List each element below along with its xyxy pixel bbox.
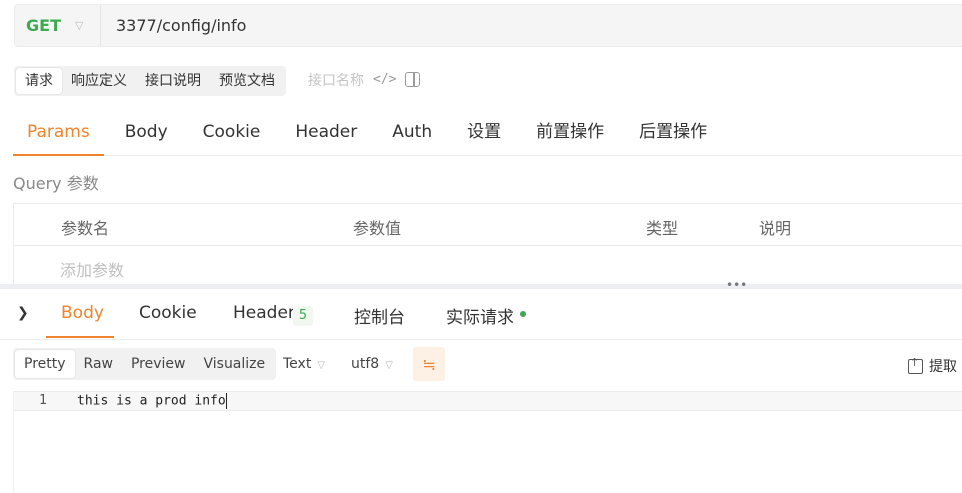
chevron-down-icon: ▽ — [385, 360, 393, 371]
type-select-value: Text — [283, 356, 312, 372]
mode-tab-preview-docs[interactable]: 预览文档 — [210, 68, 284, 94]
chevron-down-icon: ▽ — [317, 360, 326, 371]
mode-tab-request[interactable]: 请求 — [16, 68, 62, 94]
format-tab-raw[interactable]: Raw — [75, 350, 122, 378]
response-tab-body[interactable]: Body — [61, 303, 104, 323]
encoding-select-value: utf8 — [351, 356, 380, 372]
tab-post-request[interactable]: 后置操作 — [639, 108, 707, 156]
extract-icon — [908, 356, 923, 374]
line-text: this is a prod info — [77, 393, 226, 409]
line-number: 1 — [39, 393, 47, 408]
editor-line: 1 this is a prod info — [14, 391, 962, 411]
method-select[interactable]: GET ▽ — [15, 5, 101, 46]
wrap-icon: ≒ — [422, 354, 436, 374]
format-tab-pretty[interactable]: Pretty — [15, 350, 75, 378]
chevron-down-icon[interactable]: ❯ — [17, 305, 29, 321]
mode-tab-response-definition[interactable]: 响应定义 — [62, 68, 136, 94]
method-label: GET — [26, 16, 61, 35]
extract-button[interactable]: 提取 — [908, 356, 957, 376]
status-dot — [520, 311, 526, 317]
api-name-input[interactable]: 接口名称 — [308, 70, 364, 90]
extract-label: 提取 — [929, 359, 957, 375]
column-param-name: 参数名 — [61, 219, 110, 238]
mode-tabs: 请求 响应定义 接口说明 预览文档 — [14, 66, 286, 96]
response-tab-console[interactable]: 控制台 — [354, 303, 405, 328]
tab-cookie[interactable]: Cookie — [203, 108, 261, 156]
response-tab-header[interactable]: Header — [233, 303, 295, 323]
format-tab-preview[interactable]: Preview — [122, 350, 195, 378]
tab-auth[interactable]: Auth — [392, 108, 432, 156]
mode-tab-api-description[interactable]: 接口说明 — [136, 68, 210, 94]
encoding-select[interactable]: utf8 ▽ — [351, 356, 393, 372]
panel-splitter[interactable] — [0, 284, 962, 289]
chevron-down-icon: ▽ — [74, 19, 84, 32]
request-tabs: Params Body Cookie Header Auth 设置 前置操作 后… — [13, 108, 962, 156]
response-editor[interactable]: 1 this is a prod info — [13, 391, 962, 493]
column-param-value: 参数值 — [353, 219, 402, 238]
column-type: 类型 — [646, 219, 679, 238]
type-select[interactable]: Text ▽ — [283, 356, 325, 372]
tab-settings[interactable]: 设置 — [467, 108, 501, 156]
url-bar: GET ▽ 3377/config/info — [14, 4, 962, 47]
tab-pre-request[interactable]: 前置操作 — [536, 108, 604, 156]
tab-header[interactable]: Header — [295, 108, 357, 156]
query-params-label: Query 参数 — [13, 174, 99, 193]
params-table-header: 参数名 参数值 类型 说明 — [14, 204, 962, 246]
url-input[interactable]: 3377/config/info — [116, 16, 246, 35]
response-tab-cookie[interactable]: Cookie — [139, 303, 197, 323]
active-tab-indicator — [46, 336, 114, 338]
code-icon[interactable]: </> — [373, 72, 396, 87]
line-content[interactable]: this is a prod info — [77, 393, 227, 409]
response-tab-actual-request[interactable]: 实际请求 — [446, 303, 514, 328]
params-table: 参数名 参数值 类型 说明 添加参数 — [13, 203, 962, 285]
format-tabs: Pretty Raw Preview Visualize — [13, 348, 277, 380]
add-param-input[interactable]: 添加参数 — [60, 257, 124, 281]
header-count-badge: 5 — [293, 306, 313, 326]
column-description: 说明 — [759, 219, 792, 238]
side-panel-icon[interactable] — [405, 72, 420, 87]
format-tab-visualize[interactable]: Visualize — [194, 350, 274, 378]
tab-params[interactable]: Params — [13, 108, 104, 156]
word-wrap-button[interactable]: ≒ — [413, 347, 445, 381]
text-cursor — [225, 393, 227, 409]
tab-body[interactable]: Body — [125, 108, 168, 156]
